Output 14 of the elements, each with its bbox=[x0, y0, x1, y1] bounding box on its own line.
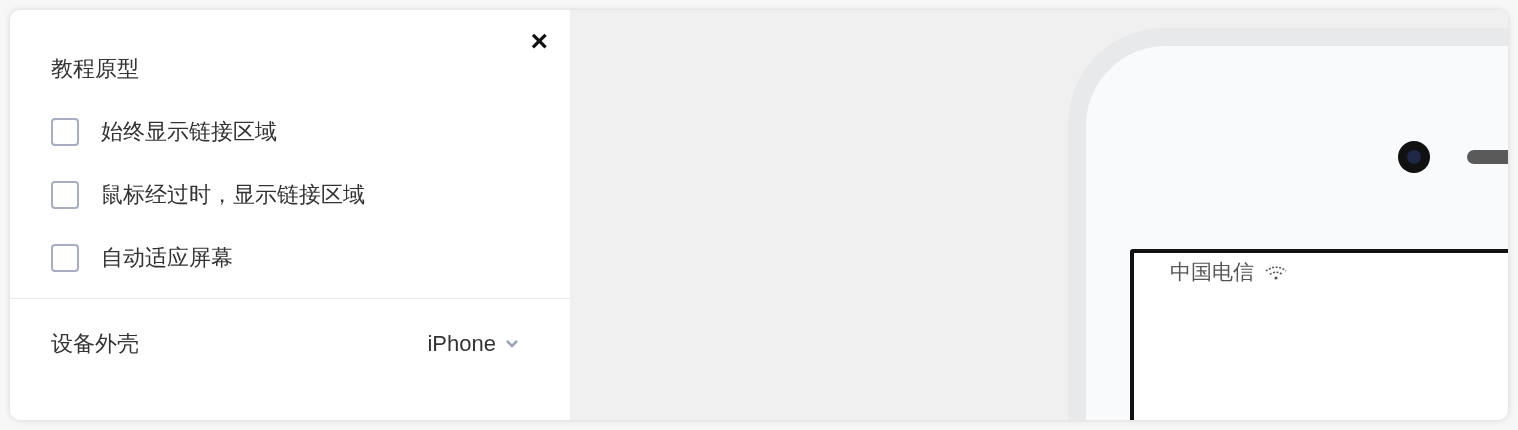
checkbox[interactable] bbox=[51, 244, 79, 272]
option-label: 鼠标经过时，显示链接区域 bbox=[101, 181, 365, 209]
close-button[interactable]: × bbox=[530, 26, 548, 56]
checkbox[interactable] bbox=[51, 181, 79, 209]
chevron-down-icon bbox=[506, 339, 518, 348]
device-label: 设备外壳 bbox=[51, 330, 139, 358]
panel-title: 教程原型 bbox=[51, 55, 139, 83]
checkbox[interactable] bbox=[51, 118, 79, 146]
option-label: 始终显示链接区域 bbox=[101, 118, 277, 146]
device-select[interactable]: iPhone bbox=[427, 327, 518, 360]
wifi-icon bbox=[1264, 265, 1288, 281]
camera-icon bbox=[1398, 141, 1430, 173]
option-label: 自动适应屏幕 bbox=[101, 244, 233, 272]
carrier-label: 中国电信 bbox=[1170, 259, 1254, 285]
